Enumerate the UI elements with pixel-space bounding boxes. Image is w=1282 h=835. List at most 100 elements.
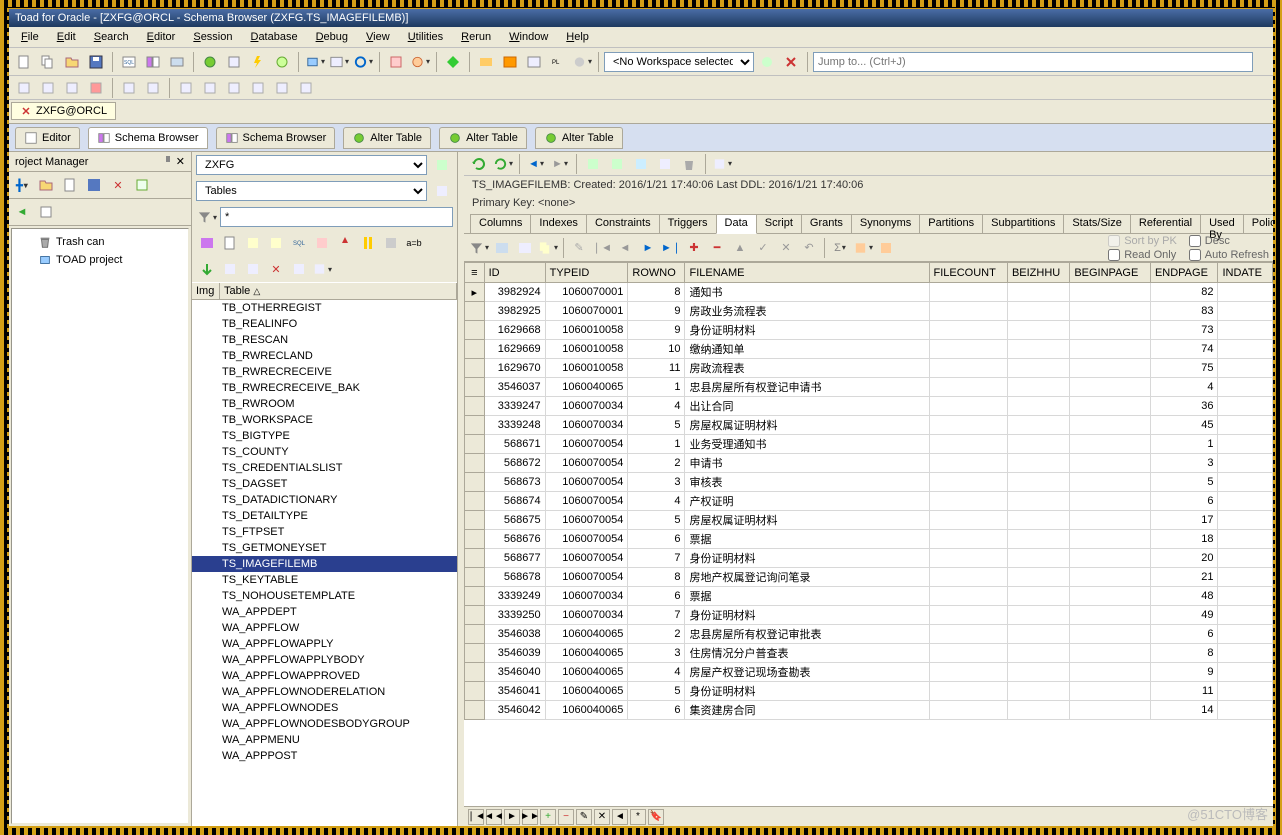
grid-row[interactable]: 333924810600700345房屋权属证明材料45 [465,416,1273,435]
pm-disk-icon[interactable] [83,174,105,196]
sql-icon[interactable]: SQL [118,51,140,73]
schema-refresh-icon[interactable] [431,154,453,176]
tb2-1-icon[interactable] [13,77,35,99]
table-row[interactable]: TB_RWROOM [192,396,457,412]
detail-tab-usedby[interactable]: Used By [1200,214,1244,233]
ws-add-icon[interactable] [756,51,778,73]
schema-owner-combo[interactable]: ZXFG [196,155,427,175]
detail-tab-grants[interactable]: Grants [801,214,852,233]
tb2-12-icon[interactable] [295,77,317,99]
doc-tab-3[interactable]: Alter Table [343,127,431,149]
tb2-10-icon[interactable] [247,77,269,99]
table-list[interactable]: TB_OTHERREGISTTB_REALINFOTB_RESCAN TB_RWR… [192,300,457,826]
table-row[interactable]: TS_CREDENTIALSLIST [192,460,457,476]
detail-tab-partitions[interactable]: Partitions [919,214,983,233]
gt-view-icon[interactable] [514,237,536,259]
table-row[interactable]: TB_RWRECRECEIVE [192,364,457,380]
grid-row[interactable]: 333925010600700347身份证明材料49 [465,606,1273,625]
data-grid[interactable]: ≡IDTYPEIDROWNOFILENAMEFILECOUNTBEIZHHUBE… [464,262,1273,806]
pm-tree[interactable]: Trash canTOAD project [11,228,189,824]
grid-row[interactable]: ▸398292410600700018通知书82 [465,283,1273,302]
table-row[interactable]: WA_APPFLOWAPPLYBODY [192,652,457,668]
table-row[interactable]: WA_APPDEPT [192,604,457,620]
tool3-icon[interactable] [271,51,293,73]
detail-tab-policies[interactable]: Policies [1243,214,1273,233]
tool9-icon[interactable] [475,51,497,73]
tool12-icon[interactable]: PL [547,51,569,73]
detail-tab-script[interactable]: Script [756,214,802,233]
grid-col-BEGINPAGE[interactable]: BEGINPAGE [1070,263,1151,283]
grid-col-ENDPAGE[interactable]: ENDPAGE [1150,263,1218,283]
tool5-icon[interactable]: ▾ [328,51,350,73]
st2-3-icon[interactable] [242,258,264,280]
gt-import-icon[interactable] [875,237,897,259]
close-icon[interactable]: ✕ [176,156,185,168]
st-2-icon[interactable] [219,232,241,254]
gn-first-icon[interactable]: ❘◄ [468,809,484,825]
grid-row[interactable]: 56867110600700541业务受理通知书1 [465,435,1273,454]
grid-corner[interactable]: ≡ [465,263,485,283]
gt-export-icon[interactable]: ▾ [852,237,874,259]
table-row[interactable]: TB_OTHERREGIST [192,300,457,316]
menu-view[interactable]: View [358,29,398,45]
table-row[interactable]: TB_REALINFO [192,316,457,332]
table-row[interactable]: TS_GETMONEYSET [192,540,457,556]
dt-refresh2-icon[interactable]: ▾ [492,153,514,175]
commit-icon[interactable] [442,51,464,73]
grid-row[interactable]: 354604010600400654房屋产权登记现场查勘表9 [465,663,1273,682]
table-row[interactable]: TB_WORKSPACE [192,412,457,428]
detail-tab-indexes[interactable]: Indexes [530,214,587,233]
doc-tab-1[interactable]: Schema Browser [88,127,208,149]
grid-row[interactable]: 1629669106001005810缴纳通知单74 [465,340,1273,359]
table-row[interactable]: WA_APPFLOWNODERELATION [192,684,457,700]
detail-tab-triggers[interactable]: Triggers [659,214,717,233]
grid-row[interactable]: 354603710600400651忠县房屋所有权登记申请书4 [465,378,1273,397]
tool11-icon[interactable] [523,51,545,73]
dt-a-icon[interactable] [582,153,604,175]
pm-list-icon[interactable] [35,201,57,223]
st2-1-icon[interactable] [196,258,218,280]
grid-row[interactable]: 333924910600700346票据48 [465,587,1273,606]
grid-row[interactable]: 56867310600700543审核表5 [465,473,1273,492]
gt-filter-icon[interactable]: ▾ [468,237,490,259]
st-1-icon[interactable] [196,232,218,254]
connection-tab[interactable]: ZXFG@ORCL [11,102,116,120]
dt-trash-icon[interactable] [678,153,700,175]
gt-edit-icon[interactable]: ✎ [568,237,590,259]
st-4-icon[interactable] [265,232,287,254]
desc-checkbox[interactable]: Desc [1189,235,1269,247]
doc-tab-4[interactable]: Alter Table [439,127,527,149]
table-row[interactable]: TB_RESCAN [192,332,457,348]
gn-pgup-icon[interactable]: ◄◄ [486,809,502,825]
table-row[interactable]: TS_COUNTY [192,444,457,460]
tb2-8-icon[interactable] [199,77,221,99]
gt-last-icon[interactable]: ►❘ [660,237,682,259]
menu-edit[interactable]: Edit [49,29,84,45]
schema-browser-icon[interactable] [142,51,164,73]
doc-tab-0[interactable]: Editor [15,127,80,149]
menu-utilities[interactable]: Utilities [400,29,451,45]
tb2-4-icon[interactable] [85,77,107,99]
table-row[interactable]: TS_DAGSET [192,476,457,492]
st-10-icon[interactable]: a=b [403,232,425,254]
session-browser-icon[interactable] [166,51,188,73]
dt-c-icon[interactable] [630,153,652,175]
menu-search[interactable]: Search [86,29,137,45]
auto-refresh-checkbox[interactable]: Auto Refresh [1189,249,1269,261]
tb2-11-icon[interactable] [271,77,293,99]
gn-back-icon[interactable]: ◄ [612,809,628,825]
st2-2-icon[interactable] [219,258,241,280]
table-row[interactable]: TS_DETAILTYPE [192,508,457,524]
detail-tab-referential[interactable]: Referential [1130,214,1201,233]
grid-row[interactable]: 56867410600700544产权证明6 [465,492,1273,511]
grid-row[interactable]: 56867710600700547身份证明材料20 [465,549,1273,568]
gt-del-icon[interactable]: ━ [706,237,728,259]
table-row[interactable]: TB_RWRECRECEIVE_BAK [192,380,457,396]
gt-undo-icon[interactable]: ↶ [798,237,820,259]
st-3-icon[interactable] [242,232,264,254]
gt-cancel-icon[interactable]: ✕ [775,237,797,259]
tool6-icon[interactable]: ▾ [352,51,374,73]
tb2-3-icon[interactable] [61,77,83,99]
gn-star-icon[interactable]: * [630,809,646,825]
grid-row[interactable]: 56867510600700545房屋权属证明材料17 [465,511,1273,530]
